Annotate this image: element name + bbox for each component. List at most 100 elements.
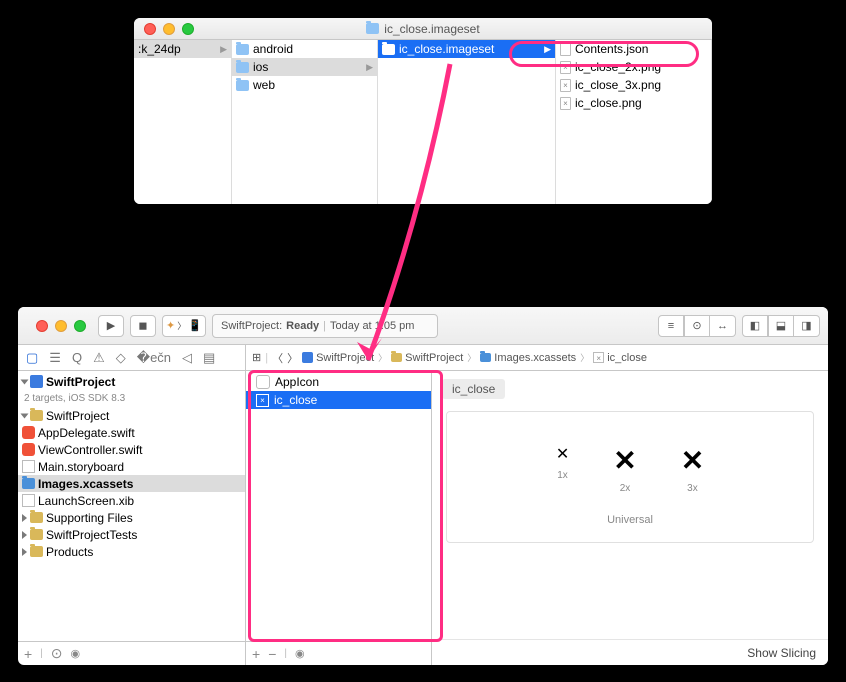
back-button[interactable]: 〈 <box>272 350 283 366</box>
asset-label: ic_close <box>274 393 317 407</box>
chevron-right-icon: ▶ <box>544 44 551 55</box>
breakpoint-navigator-icon[interactable]: ◁ <box>182 350 192 366</box>
disclosure-icon[interactable] <box>22 514 27 522</box>
tree-project-root[interactable]: SwiftProject <box>18 373 245 390</box>
finder-item[interactable]: web <box>232 76 377 94</box>
editor-mode-buttons[interactable]: ≡⊙↔ <box>658 315 736 337</box>
tree-file[interactable]: Main.storyboard <box>18 458 245 475</box>
finder-item[interactable]: × ic_close_3x.png <box>556 76 711 94</box>
disclosure-icon[interactable] <box>22 531 27 539</box>
file-icon: × <box>560 97 571 110</box>
tree-group[interactable]: Products <box>18 543 245 560</box>
run-button[interactable]: ▶ <box>98 315 124 337</box>
panel-toggle-buttons[interactable]: ◧⬓◨ <box>742 315 820 337</box>
asset-outline: AppIcon ×ic_close + − | ◉ <box>246 371 432 665</box>
status-state: Ready <box>286 320 319 332</box>
test-navigator-icon[interactable]: ◇ <box>116 350 126 366</box>
swift-file-icon <box>22 426 35 439</box>
finder-title-text: ic_close.imageset <box>384 22 479 36</box>
minimize-icon[interactable] <box>163 23 175 35</box>
finder-item[interactable]: :k_24dp ▶ <box>134 40 231 58</box>
file-icon: × <box>560 61 571 74</box>
debug-navigator-icon[interactable]: �ečn <box>137 350 171 366</box>
finder-item[interactable]: android <box>232 40 377 58</box>
zoom-icon[interactable] <box>182 23 194 35</box>
show-slicing-button[interactable]: Show Slicing <box>432 639 828 665</box>
zoom-icon[interactable] <box>74 320 86 332</box>
navigator-tabs[interactable]: ▢ ☰ Q ⚠ ◇ �ečn ◁ ▤ <box>18 345 245 371</box>
navigator-filter-bar[interactable]: + | ⊙ ◉ <box>18 641 245 665</box>
finder-item-label: ic_close_3x.png <box>575 78 661 92</box>
image-slot-2x[interactable]: ✕ 2x <box>613 444 636 494</box>
scheme-selector[interactable]: ✦〉📱 <box>162 315 206 337</box>
jump-segment[interactable]: SwiftProject <box>302 352 374 364</box>
project-navigator-icon[interactable]: ▢ <box>26 350 38 366</box>
tree-file[interactable]: LaunchScreen.xib <box>18 492 245 509</box>
asset-item-selected[interactable]: ×ic_close <box>246 391 431 409</box>
jump-segment[interactable]: Images.xcassets <box>480 352 576 364</box>
related-items-icon[interactable]: ⊞ <box>252 351 261 364</box>
close-icon[interactable] <box>144 23 156 35</box>
finder-item[interactable]: ios▶ <box>232 58 377 76</box>
chevron-right-icon: ▶ <box>220 44 227 55</box>
find-navigator-icon[interactable]: Q <box>72 350 82 365</box>
finder-item-label: web <box>253 78 275 92</box>
filter-icon[interactable]: ◉ <box>295 647 305 660</box>
finder-item[interactable]: × ic_close_2x.png <box>556 58 711 76</box>
forward-button[interactable]: 〉 <box>287 350 298 366</box>
report-navigator-icon[interactable]: ▤ <box>203 350 215 366</box>
swift-file-icon <box>22 443 35 456</box>
finder-item-selected[interactable]: ic_close.imageset▶ <box>378 40 555 58</box>
issue-navigator-icon[interactable]: ⚠ <box>93 350 105 366</box>
jump-segment[interactable]: ×ic_close <box>593 352 647 364</box>
disclosure-icon[interactable] <box>21 379 29 384</box>
asset-filter-bar[interactable]: + − | ◉ <box>246 641 431 665</box>
close-icon[interactable] <box>36 320 48 332</box>
finder-item-label: ic_close_2x.png <box>575 60 661 74</box>
idiom-label: Universal <box>447 514 813 526</box>
add-icon[interactable]: + <box>24 646 32 662</box>
finder-item[interactable]: × ic_close.png <box>556 94 711 112</box>
tree-group[interactable]: SwiftProjectTests <box>18 526 245 543</box>
file-icon: × <box>560 79 571 92</box>
xcode-window: ▶ ◼ ✦〉📱 SwiftProject: Ready | Today at 1… <box>18 307 828 665</box>
symbol-navigator-icon[interactable]: ☰ <box>49 350 61 366</box>
folder-icon <box>30 546 43 557</box>
finder-col-0: :k_24dp ▶ <box>134 40 232 204</box>
slot-label: 2x <box>613 483 636 494</box>
tree-label: SwiftProject <box>46 409 109 423</box>
add-icon[interactable]: + <box>252 646 260 662</box>
asset-item-appicon[interactable]: AppIcon <box>246 373 431 391</box>
finder-col-1: android ios▶ web <box>232 40 378 204</box>
remove-icon[interactable]: − <box>268 646 276 662</box>
tree-file-selected[interactable]: Images.xcassets <box>18 475 245 492</box>
tree-group[interactable]: SwiftProject <box>18 407 245 424</box>
chevron-right-icon: ▶ <box>366 62 373 73</box>
tree-project-sub: 2 targets, iOS SDK 8.3 <box>18 390 245 407</box>
jump-bar[interactable]: ⊞ | 〈 〉 SwiftProject 〉 SwiftProject 〉 Im… <box>246 345 828 371</box>
stop-button[interactable]: ◼ <box>130 315 156 337</box>
finder-item[interactable]: Contents.json <box>556 40 711 58</box>
disclosure-icon[interactable] <box>21 413 29 418</box>
image-slot-3x[interactable]: ✕3x <box>681 444 704 494</box>
tree-group[interactable]: Supporting Files <box>18 509 245 526</box>
image-slots: ✕1x ✕ 2x ✕3x <box>447 444 813 494</box>
filter-scm-icon[interactable]: ◉ <box>71 647 81 660</box>
image-slot-1x[interactable]: ✕1x <box>556 444 569 494</box>
close-x-icon: ✕ <box>613 444 636 477</box>
disclosure-icon[interactable] <box>22 548 27 556</box>
xcassets-icon <box>480 353 491 362</box>
folder-icon <box>366 23 379 34</box>
folder-icon <box>391 353 402 362</box>
filter-recent-icon[interactable]: ⊙ <box>51 645 63 662</box>
tree-file[interactable]: ViewController.swift <box>18 441 245 458</box>
folder-icon <box>30 410 43 421</box>
tree-label: ViewController.swift <box>38 443 142 457</box>
jump-segment[interactable]: SwiftProject <box>391 352 463 364</box>
finder-window: ic_close.imageset :k_24dp ▶ android ios▶… <box>134 18 712 204</box>
imageset-icon: × <box>593 352 604 363</box>
tree-label: Supporting Files <box>46 511 133 525</box>
minimize-icon[interactable] <box>55 320 67 332</box>
finder-item-label: ic_close.png <box>575 96 642 110</box>
tree-file[interactable]: AppDelegate.swift <box>18 424 245 441</box>
